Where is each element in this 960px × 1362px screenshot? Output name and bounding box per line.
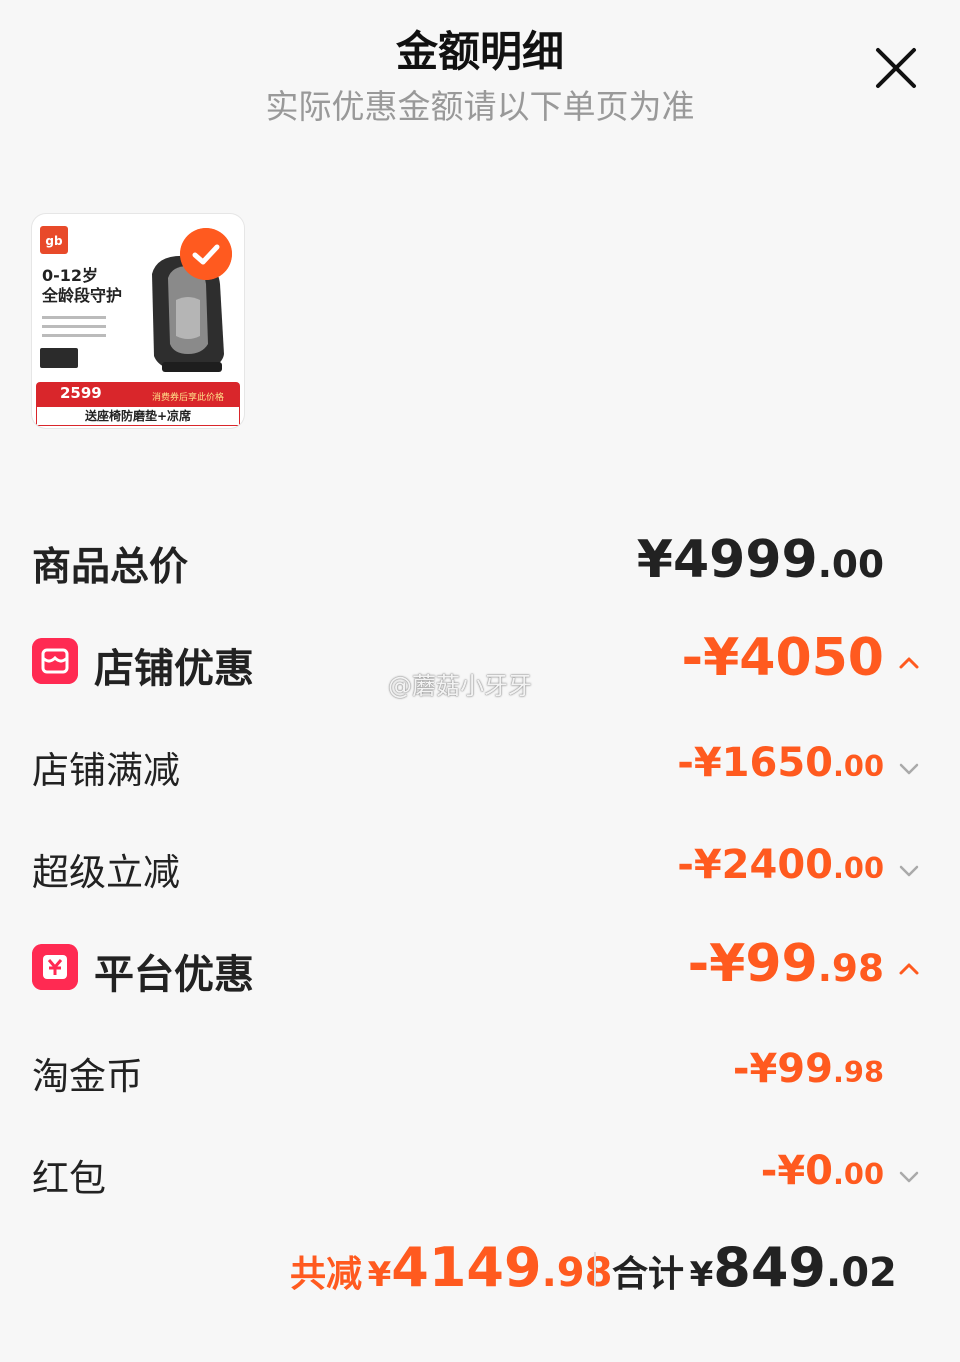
platform-sub-label-2: 红包 [32,1157,106,1200]
platform-discount-amount: -¥99 [687,934,818,994]
coupon-icon [32,944,78,990]
store-sub-value-2: -¥2400.00 [677,842,884,888]
total-saved-label: 共减 [290,1254,363,1295]
chevron-down-icon[interactable] [898,860,920,882]
total-price-label: 商品总价 [32,545,189,590]
chevron-up-icon[interactable] [898,652,920,674]
platform-sub-amount-1: -¥99 [732,1046,833,1092]
brand-logo: gb [40,226,68,254]
platform-discount-row[interactable]: 平台优惠 -¥99.98 [0,934,960,1006]
watermark: @蘑菇小牙牙 [388,672,532,700]
store-sub-row-2[interactable]: 超级立减 -¥2400.00 [0,840,960,900]
store-sub-label-2: 超级立减 [32,851,180,894]
chevron-up-icon[interactable] [898,958,920,980]
total-price-value: ¥4999.00 [637,530,884,590]
store-sub-amount-1: -¥1650 [677,740,833,786]
page-subtitle: 实际优惠金额请以下单页为准 [265,87,695,126]
store-icon [32,638,78,684]
platform-sub-amount-2: -¥0 [760,1148,833,1194]
store-sub-decimals-1: .00 [832,749,884,783]
store-sub-value-1: -¥1650.00 [677,740,884,786]
vip-badge [40,348,78,368]
footer-summary: 共减 ¥4149.98 合计 ¥849.02 [0,1226,960,1306]
store-sub-decimals-2: .00 [832,851,884,885]
platform-discount-value: -¥99.98 [688,934,884,994]
store-discount-label: 店铺优惠 [94,646,254,692]
promo-price: 2599 [60,384,102,402]
platform-sub-row-1: 淘金币 -¥99.98 [0,1044,960,1104]
promo-note: 消费券后享此价格 [152,393,225,403]
gift-banner: 送座椅防磨垫+凉席 [36,406,240,426]
platform-sub-value-2: -¥0.00 [761,1148,884,1194]
product-slogan: 全龄段守护 [42,286,123,305]
total-price-decimals: .00 [817,542,884,586]
platform-sub-value-1: -¥99.98 [733,1046,884,1092]
chevron-down-icon[interactable] [898,758,920,780]
platform-sub-row-2[interactable]: 红包 -¥0.00 [0,1146,960,1206]
grand-total-label: 合计 [612,1254,685,1295]
total-price-row: 商品总价 ¥4999.00 [0,530,960,600]
footer-divider [594,1252,596,1286]
total-saved-decimals: .98 [541,1250,613,1296]
selected-check-icon [180,228,232,280]
total-saved-amount: 4149 [391,1236,542,1299]
total-saved: 共减 ¥4149.98 [290,1236,612,1299]
product-thumbnail[interactable]: gb 0-12岁 全龄段守护 2599 消费券后享此价格 送座椅防磨垫+凉席 [32,214,244,428]
page-title: 金额明细 [395,27,564,76]
grand-total-decimals: .02 [826,1250,897,1296]
store-sub-amount-2: -¥2400 [677,842,833,888]
platform-sub-label-1: 淘金币 [32,1055,143,1098]
header: 金额明细 实际优惠金额请以下单页为准 [0,0,960,140]
grand-total-currency: ¥ [689,1255,714,1295]
store-sub-label-1: 店铺满减 [32,749,180,792]
total-price-amount: ¥4999 [636,530,818,590]
grand-total: 合计 ¥849.02 [612,1236,897,1299]
chevron-down-icon[interactable] [898,1166,920,1188]
grand-total-amount: 849 [713,1236,826,1299]
platform-discount-decimals: .98 [817,946,884,990]
store-discount-value: -¥4050 [681,628,885,688]
product-feature-list [42,310,122,343]
total-saved-currency: ¥ [367,1255,392,1295]
platform-discount-label: 平台优惠 [94,952,254,998]
platform-sub-decimals-2: .00 [832,1157,884,1191]
store-sub-row-1[interactable]: 店铺满减 -¥1650.00 [0,738,960,798]
platform-sub-decimals-1: .98 [832,1055,884,1089]
close-icon[interactable] [872,44,920,92]
